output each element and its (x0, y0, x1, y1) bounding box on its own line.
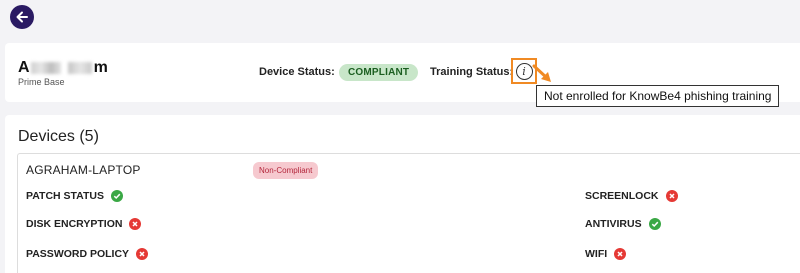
check-antivirus: ANTIVIRUS (585, 218, 661, 230)
x-circle-icon (136, 248, 149, 260)
device-compliance-badge: Non-Compliant (253, 162, 319, 179)
x-circle-icon (129, 218, 142, 230)
pointer-arrow-icon (532, 64, 551, 82)
device-status-badge: COMPLIANT (339, 64, 419, 81)
redacted-name-part (30, 62, 61, 74)
training-status-label: Training Status: (430, 66, 514, 78)
user-subtitle: Prime Base (18, 77, 65, 87)
check-circle-icon (648, 218, 661, 230)
check-label: ANTIVIRUS (585, 218, 642, 230)
arrow-left-icon (16, 11, 28, 23)
check-wifi: WIFI (585, 248, 627, 260)
check-patch-status: PATCH STATUS (26, 190, 123, 202)
device-card[interactable]: AGRAHAM-LAPTOP Non-Compliant PATCH STATU… (17, 153, 800, 273)
redacted-name-part (67, 62, 92, 74)
check-password-policy: PASSWORD POLICY (26, 248, 149, 260)
check-screenlock: SCREENLOCK (585, 190, 678, 202)
devices-card: Devices (5) AGRAHAM-LAPTOP Non-Compliant… (5, 115, 800, 273)
check-label: PASSWORD POLICY (26, 248, 130, 260)
user-name-end: m (93, 59, 108, 76)
devices-title: Devices (5) (18, 128, 99, 145)
x-circle-icon (614, 248, 627, 260)
device-name: AGRAHAM-LAPTOP (26, 163, 141, 177)
user-name: A m (18, 59, 108, 77)
training-tooltip: Not enrolled for KnowBe4 phishing traini… (536, 85, 780, 107)
device-status-label: Device Status: (259, 66, 335, 78)
check-label: PATCH STATUS (26, 190, 104, 202)
x-circle-icon (665, 190, 678, 202)
check-circle-icon (110, 190, 123, 202)
check-label: SCREENLOCK (585, 190, 659, 202)
check-label: WIFI (585, 248, 608, 260)
back-button[interactable] (10, 5, 34, 29)
check-label: DISK ENCRYPTION (26, 218, 123, 230)
check-disk-encryption: DISK ENCRYPTION (26, 218, 142, 230)
user-name-initial: A (18, 59, 30, 76)
